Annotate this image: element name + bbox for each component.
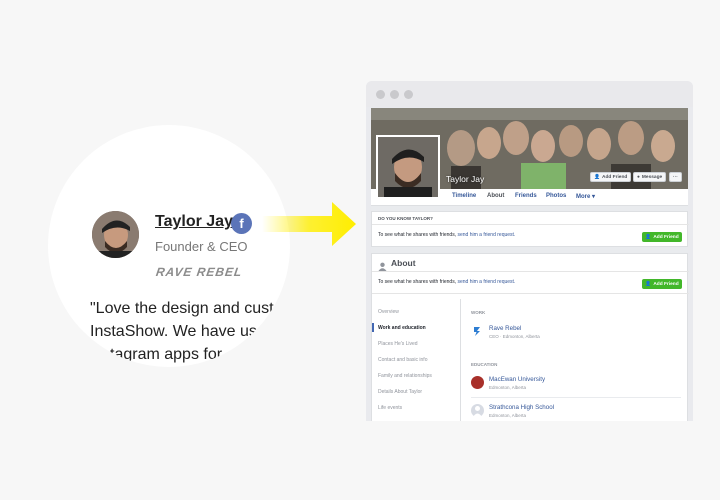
- rave-rebel-logo-icon: [471, 325, 484, 338]
- send-friend-request-link[interactable]: send him a friend request.: [458, 279, 516, 285]
- about-menu-work-education[interactable]: Work and education: [372, 323, 426, 332]
- tab-about[interactable]: About: [487, 193, 504, 199]
- education-section-label: EDUCATION: [471, 362, 498, 367]
- education-entry-sub: Edmonton, Alberta: [489, 385, 527, 390]
- work-entry-title[interactable]: Rave Rebel: [489, 325, 521, 332]
- add-friend-button[interactable]: 👤 Add Friend: [590, 172, 632, 182]
- message-label: Message: [641, 174, 663, 180]
- add-friend-label: Add Friend: [653, 234, 679, 240]
- tab-more[interactable]: More ▾: [576, 193, 595, 200]
- add-friend-icon: 👤: [645, 234, 652, 240]
- arrow-right-icon: [262, 202, 356, 246]
- about-card: About To see what he shares with friends…: [371, 253, 689, 421]
- about-menu-life-events[interactable]: Life events: [378, 405, 402, 411]
- about-title: About: [391, 258, 416, 268]
- about-menu-contact[interactable]: Contact and basic info: [378, 357, 427, 363]
- about-text: To see what he shares with friends, send…: [378, 279, 515, 285]
- education-entry-title[interactable]: Strathcona High School: [489, 404, 554, 411]
- about-menu-details[interactable]: Details About Taylor: [378, 389, 422, 395]
- testimonial-card: Taylor Jay f Founder & CEO RAVE REBEL "L…: [48, 125, 290, 367]
- education-entry-title[interactable]: MacEwan University: [489, 376, 545, 383]
- about-text-prefix: To see what he shares with friends,: [378, 279, 458, 285]
- add-friend-button[interactable]: 👤 Add Friend: [642, 232, 682, 242]
- work-entry-sub: CEO · Edmonton, Alberta: [489, 334, 540, 339]
- testimonial-role: Founder & CEO: [155, 239, 248, 254]
- education-entry-sub: Edmonton, Alberta: [489, 413, 527, 418]
- more-options-button[interactable]: ···: [669, 172, 682, 182]
- tab-timeline[interactable]: Timeline: [452, 193, 476, 199]
- browser-window: Timeline About Friends Photos More ▾ Tay…: [366, 81, 693, 421]
- school-placeholder-icon: [471, 404, 484, 417]
- facebook-icon[interactable]: f: [231, 213, 252, 234]
- message-button[interactable]: ● Message: [633, 172, 667, 182]
- add-friend-label: Add Friend: [653, 281, 679, 287]
- add-friend-label: Add Friend: [601, 174, 628, 180]
- quote-line: InstaShow. We have use: [90, 323, 266, 340]
- messenger-icon: ●: [637, 174, 640, 180]
- window-title-bar: [366, 81, 693, 107]
- quote-line: tagram apps for: [110, 346, 223, 363]
- about-menu-overview[interactable]: Overview: [378, 309, 399, 315]
- add-friend-icon: 👤: [594, 174, 600, 180]
- add-friend-icon: 👤: [645, 281, 652, 287]
- tab-friends[interactable]: Friends: [515, 193, 537, 199]
- work-section-label: WORK: [471, 310, 486, 315]
- window-minimize-button[interactable]: [390, 90, 399, 99]
- avatar: [92, 211, 139, 258]
- about-menu-family[interactable]: Family and relationships: [378, 373, 432, 379]
- tab-photos[interactable]: Photos: [546, 193, 566, 199]
- profile-picture[interactable]: [376, 135, 440, 199]
- add-friend-button[interactable]: 👤 Add Friend: [642, 279, 682, 289]
- quote-line: "Love the design and cust: [90, 300, 274, 317]
- card-text-prefix: To see what he shares with friends,: [378, 232, 458, 238]
- window-close-button[interactable]: [376, 90, 385, 99]
- card-text: To see what he shares with friends, send…: [378, 232, 515, 238]
- profile-name: Taylor Jay: [446, 174, 485, 184]
- testimonial-name[interactable]: Taylor Jay: [155, 213, 233, 231]
- about-menu: Overview Work and education Places He's …: [372, 299, 461, 421]
- about-menu-places[interactable]: Places He's Lived: [378, 341, 418, 347]
- macewan-logo-icon: [471, 376, 484, 389]
- send-friend-request-link[interactable]: send him a friend request.: [458, 232, 516, 238]
- card-heading: DO YOU KNOW TAYLOR?: [378, 216, 433, 221]
- testimonial-quote: "Love the design and cust InstaShow. We …: [90, 297, 290, 366]
- friend-request-card: DO YOU KNOW TAYLOR? To see what he share…: [371, 211, 689, 247]
- facebook-profile-page: Timeline About Friends Photos More ▾ Tay…: [371, 108, 689, 421]
- person-icon: [378, 258, 387, 271]
- window-maximize-button[interactable]: [404, 90, 413, 99]
- brand-logo: RAVE REBEL: [155, 265, 244, 279]
